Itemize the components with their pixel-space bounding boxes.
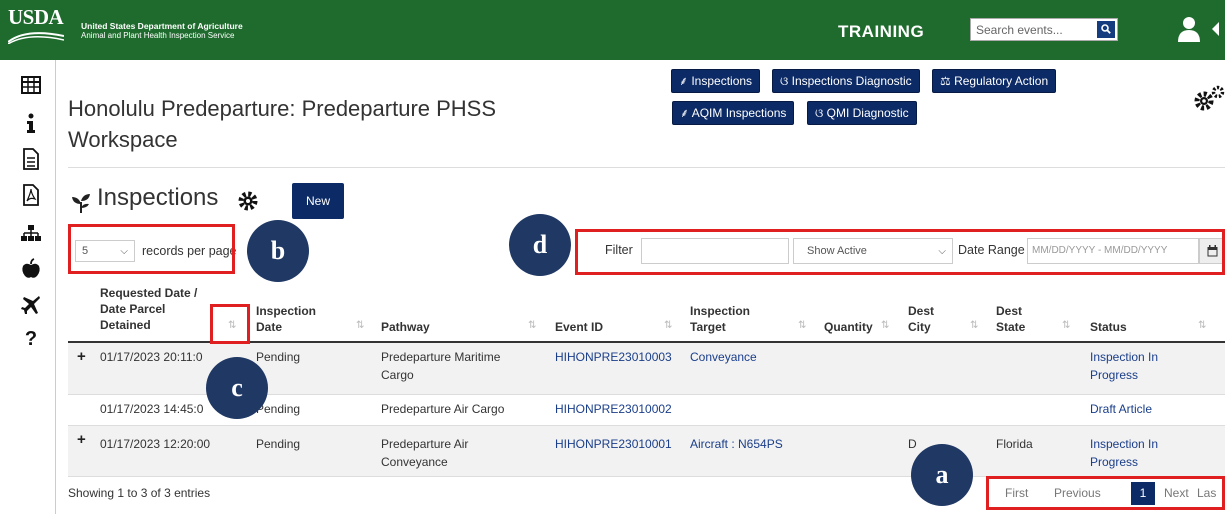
qmi-diagnostic-button[interactable]: ଓ QMI Diagnostic [807,101,917,125]
agency-subtitle: Animal and Plant Health Inspection Servi… [81,31,235,40]
annotation-box-d [575,229,1225,275]
col-dest-city[interactable]: Dest City [908,303,943,335]
cell-requested: 01/17/2023 12:20:00 [100,437,211,451]
sitemap-icon[interactable] [20,222,42,244]
col-dest-state[interactable]: Dest State [996,303,1031,335]
cell-dest-city: D [908,437,917,451]
annotation-box-b [68,224,235,274]
cell-requested: 01/17/2023 20:11:0 [100,350,203,364]
annotation-box-c [210,304,250,344]
annotation-bubble-c: c [206,357,268,419]
annotation-box-a [986,476,1225,510]
settings-gear-icon[interactable] [238,191,258,211]
agency-title: United States Department of Agriculture [81,21,243,31]
inspections-diagnostic-button[interactable]: ଓ Inspections Diagnostic [772,69,920,93]
sort-icon[interactable]: ⇅ [881,320,889,331]
aqim-inspections-label: AQIM Inspections [691,106,787,120]
search-button[interactable] [1097,21,1115,38]
aqim-inspections-button[interactable]: ⸙ AQIM Inspections [672,101,795,125]
col-pathway[interactable]: Pathway [381,319,430,335]
annotation-bubble-a: a [911,444,973,506]
gears-icon[interactable] [1193,85,1225,115]
qmi-diagnostic-label: QMI Diagnostic [826,106,909,120]
gavel-icon: ⚖ [940,74,955,88]
inspection-target-link[interactable]: Conveyance [690,348,757,366]
expand-row-icon[interactable]: + [77,348,86,365]
entries-info: Showing 1 to 3 of 3 entries [68,486,211,500]
inspection-target-link[interactable]: Aircraft : N654PS [690,435,783,453]
cell-pathway: Predeparture Air Conveyance [381,437,469,469]
user-icon[interactable] [1178,16,1200,42]
usda-logo[interactable]: USDA [8,6,64,46]
environment-label: TRAINING [838,22,925,41]
caret-left-icon[interactable] [1212,22,1219,36]
sort-icon[interactable]: ⇅ [970,320,978,331]
header-divider [68,167,1225,168]
sort-icon[interactable]: ⇅ [1062,320,1070,331]
sort-icon[interactable]: ⇅ [356,320,364,331]
col-inspection-date[interactable]: Inspection Date [256,303,326,335]
sort-icon[interactable]: ⇅ [1198,320,1206,331]
search-icon [1101,24,1111,34]
page-title: Honolulu Predeparture: Predeparture PHSS… [68,96,497,152]
agency-name: United States Department of Agriculture … [81,21,243,41]
cell-dest-state: Florida [996,437,1033,451]
cell-requested: 01/17/2023 14:45:0 [100,402,204,416]
status-link[interactable]: Inspection In Progress [1090,348,1190,384]
event-id-link[interactable]: HIHONPRE23010003 [555,348,672,366]
question-icon[interactable]: ? [20,328,42,350]
inspections-nav-label: Inspections [691,74,753,88]
stethoscope-icon: ଓ [780,74,792,88]
search-input[interactable] [971,19,1093,40]
sort-icon[interactable]: ⇅ [528,320,536,331]
col-requested-date[interactable]: Requested Date / Date Parcel Detained [100,285,208,333]
section-title-text: Inspections [97,184,219,211]
top-header: USDA United States Department of Agricul… [0,0,1225,60]
logo-swoosh-icon [8,32,64,44]
regulatory-action-button[interactable]: ⚖ Regulatory Action [932,69,1057,93]
table-icon[interactable] [20,74,42,96]
document-icon[interactable] [20,148,42,170]
plane-icon[interactable] [20,294,42,316]
logo-text: USDA [8,5,64,29]
plant-icon: ⸙ [680,106,692,120]
event-id-link[interactable]: HIHONPRE23010002 [555,400,672,418]
status-link[interactable]: Inspection In Progress [1090,435,1190,471]
stethoscope-icon: ଓ [815,106,827,120]
cell-inspection-date: Pending [256,350,301,364]
event-id-link[interactable]: HIHONPRE23010001 [555,435,672,453]
search-box [970,18,1118,41]
plant-icon: ⸙ [679,74,692,88]
sidebar: ? [0,60,56,514]
col-status[interactable]: Status [1090,319,1127,335]
sort-icon[interactable]: ⇅ [798,320,806,331]
col-inspection-target[interactable]: Inspection Target [690,303,762,335]
regulatory-action-label: Regulatory Action [954,74,1049,88]
annotation-bubble-b: b [247,220,309,282]
plant-icon [72,194,90,213]
annotation-bubble-d: d [509,214,571,276]
sort-icon[interactable]: ⇅ [664,320,672,331]
col-event-id[interactable]: Event ID [555,319,603,335]
inspections-diagnostic-label: Inspections Diagnostic [791,74,912,88]
info-icon[interactable] [20,112,42,134]
new-button[interactable]: New [292,183,344,219]
col-quantity[interactable]: Quantity [824,319,873,335]
pdf-icon[interactable] [20,184,42,206]
inspections-nav-button[interactable]: ⸙ Inspections [671,69,761,93]
cell-pathway: Predeparture Maritime Cargo [381,350,501,382]
cell-pathway: Predeparture Air Cargo [381,402,505,416]
cell-inspection-date: Pending [256,437,301,451]
status-link[interactable]: Draft Article [1090,400,1152,418]
expand-row-icon[interactable]: + [77,431,86,448]
apple-icon[interactable] [20,258,42,280]
